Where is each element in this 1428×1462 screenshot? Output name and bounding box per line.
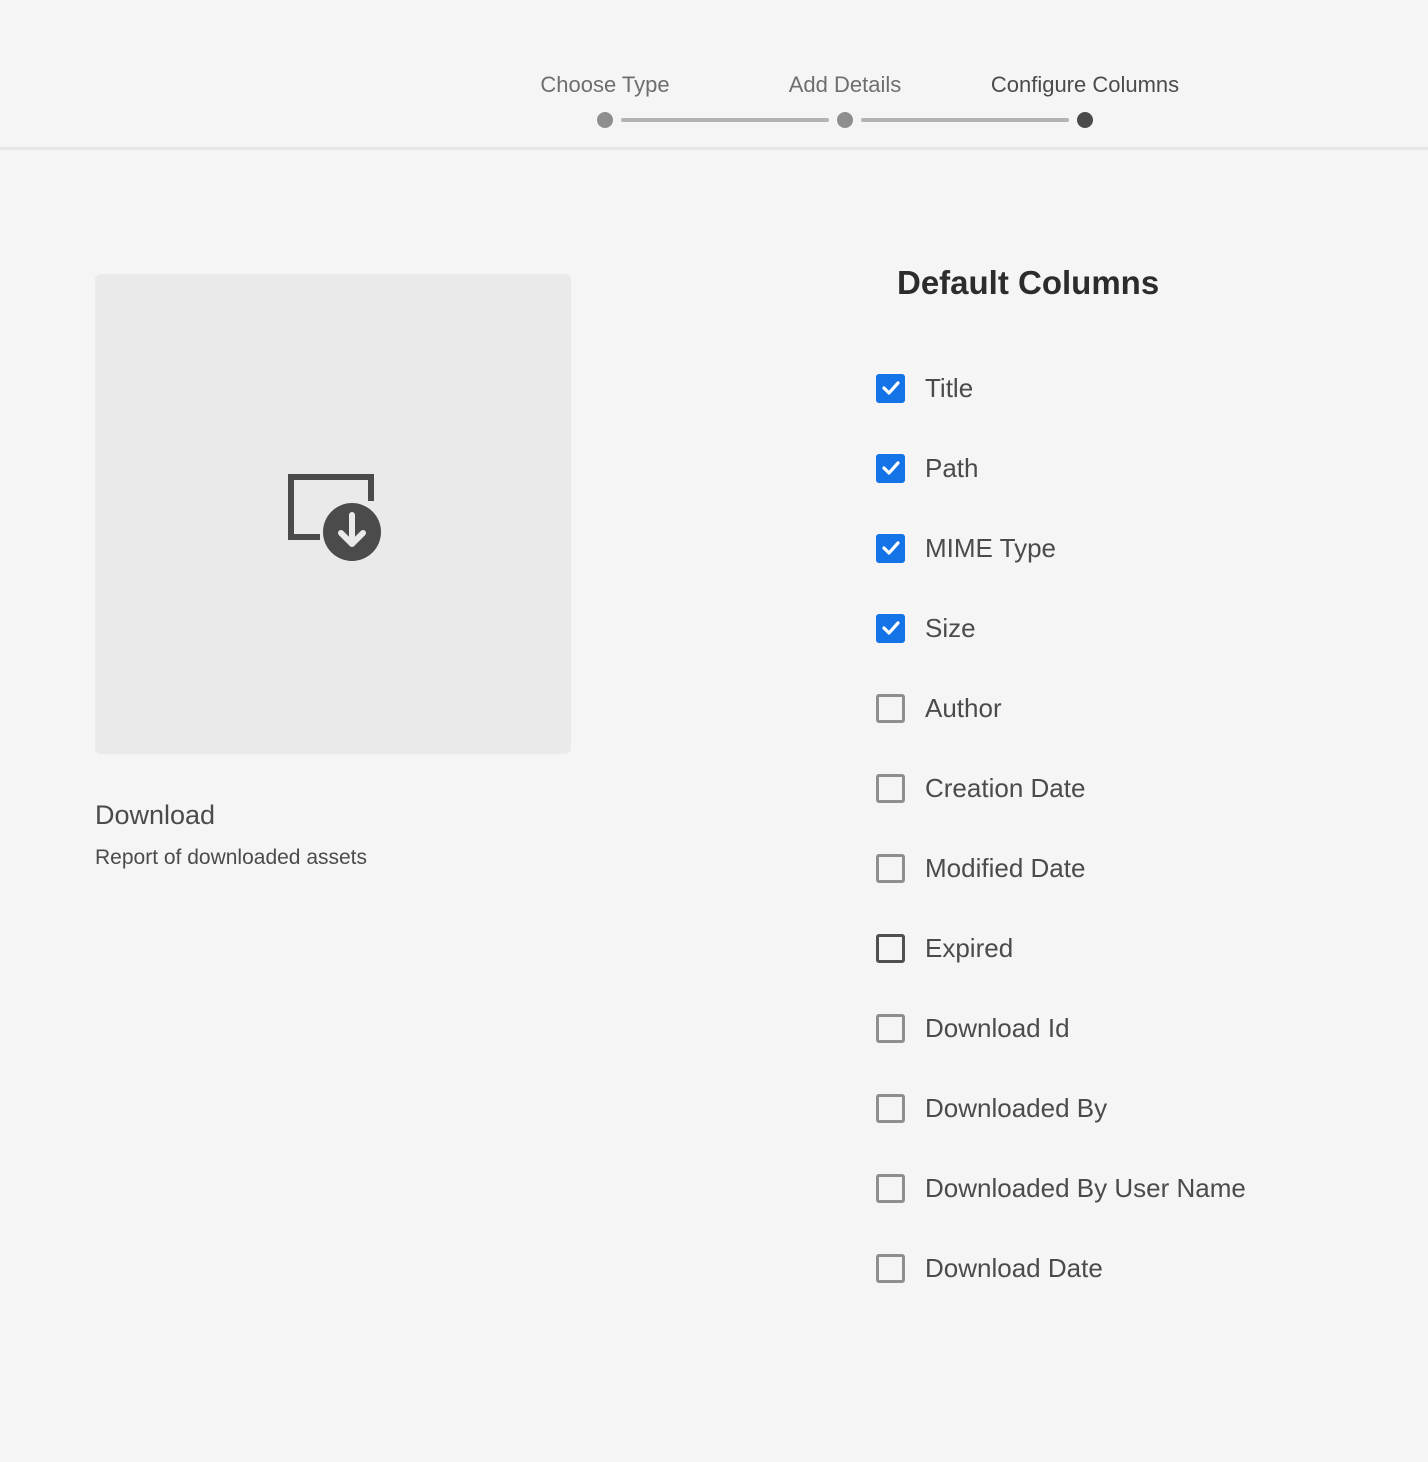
checkmark-icon xyxy=(881,541,900,555)
checkbox[interactable] xyxy=(876,853,905,883)
checkbox[interactable] xyxy=(876,533,905,563)
column-option-path[interactable]: Path xyxy=(876,452,1246,484)
step-add-details[interactable]: Add Details xyxy=(789,72,902,98)
checkbox-label: MIME Type xyxy=(925,532,1057,563)
checkbox[interactable] xyxy=(876,613,905,643)
checkbox[interactable] xyxy=(876,373,905,403)
column-option-downloaded-by-user-name[interactable]: Downloaded By User Name xyxy=(876,1172,1246,1204)
checkbox-label: Title xyxy=(925,372,974,403)
column-option-download-date[interactable]: Download Date xyxy=(876,1252,1246,1284)
checkbox[interactable] xyxy=(876,693,905,723)
checkbox[interactable] xyxy=(876,1093,905,1123)
column-option-size[interactable]: Size xyxy=(876,612,1246,644)
report-type-title: Download xyxy=(95,800,216,830)
checkbox[interactable] xyxy=(876,453,905,483)
step-1-dot xyxy=(597,112,613,128)
column-option-title[interactable]: Title xyxy=(876,372,1246,404)
checkmark-icon xyxy=(881,461,900,475)
checkbox-label: Expired xyxy=(925,932,1014,963)
checkbox-label: Download Id xyxy=(925,1012,1070,1043)
checkbox[interactable] xyxy=(876,1013,905,1043)
step-3-dot xyxy=(1077,112,1093,128)
default-columns-heading: Default Columns xyxy=(897,264,1160,301)
checkmark-icon xyxy=(881,381,900,395)
step-configure-columns[interactable]: Configure Columns xyxy=(991,72,1179,98)
checkbox-label: Path xyxy=(925,452,979,483)
checkbox[interactable] xyxy=(876,1253,905,1283)
column-option-creation-date[interactable]: Creation Date xyxy=(876,772,1246,804)
checkmark-icon xyxy=(881,621,900,635)
checkbox-label: Creation Date xyxy=(925,772,1086,803)
checkbox-label: Downloaded By xyxy=(925,1092,1108,1123)
column-option-expired[interactable]: Expired xyxy=(876,932,1246,964)
download-report-icon xyxy=(288,474,381,561)
checkbox[interactable] xyxy=(876,1173,905,1203)
column-option-modified-date[interactable]: Modified Date xyxy=(876,852,1246,884)
checkbox[interactable] xyxy=(876,773,905,803)
checkbox-label: Size xyxy=(925,612,976,643)
step-connector xyxy=(621,118,829,122)
report-type-description: Report of downloaded assets xyxy=(95,846,368,869)
checkbox[interactable] xyxy=(876,933,905,963)
checkbox-label: Downloaded By User Name xyxy=(925,1172,1246,1203)
column-option-download-id[interactable]: Download Id xyxy=(876,1012,1246,1044)
step-connector xyxy=(861,118,1069,122)
step-2-dot xyxy=(837,112,853,128)
step-choose-type[interactable]: Choose Type xyxy=(540,72,669,98)
wizard-header: Choose Type Add Details Configure Column… xyxy=(0,0,1428,150)
checkbox-label: Author xyxy=(925,692,1002,723)
column-option-downloaded-by[interactable]: Downloaded By xyxy=(876,1092,1246,1124)
column-option-author[interactable]: Author xyxy=(876,692,1246,724)
checkbox-label: Download Date xyxy=(925,1252,1103,1283)
columns-checklist: Title Path MIME Type Size Author Creatio… xyxy=(876,372,1246,1332)
column-option-mime-type[interactable]: MIME Type xyxy=(876,532,1246,564)
checkbox-label: Modified Date xyxy=(925,852,1086,883)
